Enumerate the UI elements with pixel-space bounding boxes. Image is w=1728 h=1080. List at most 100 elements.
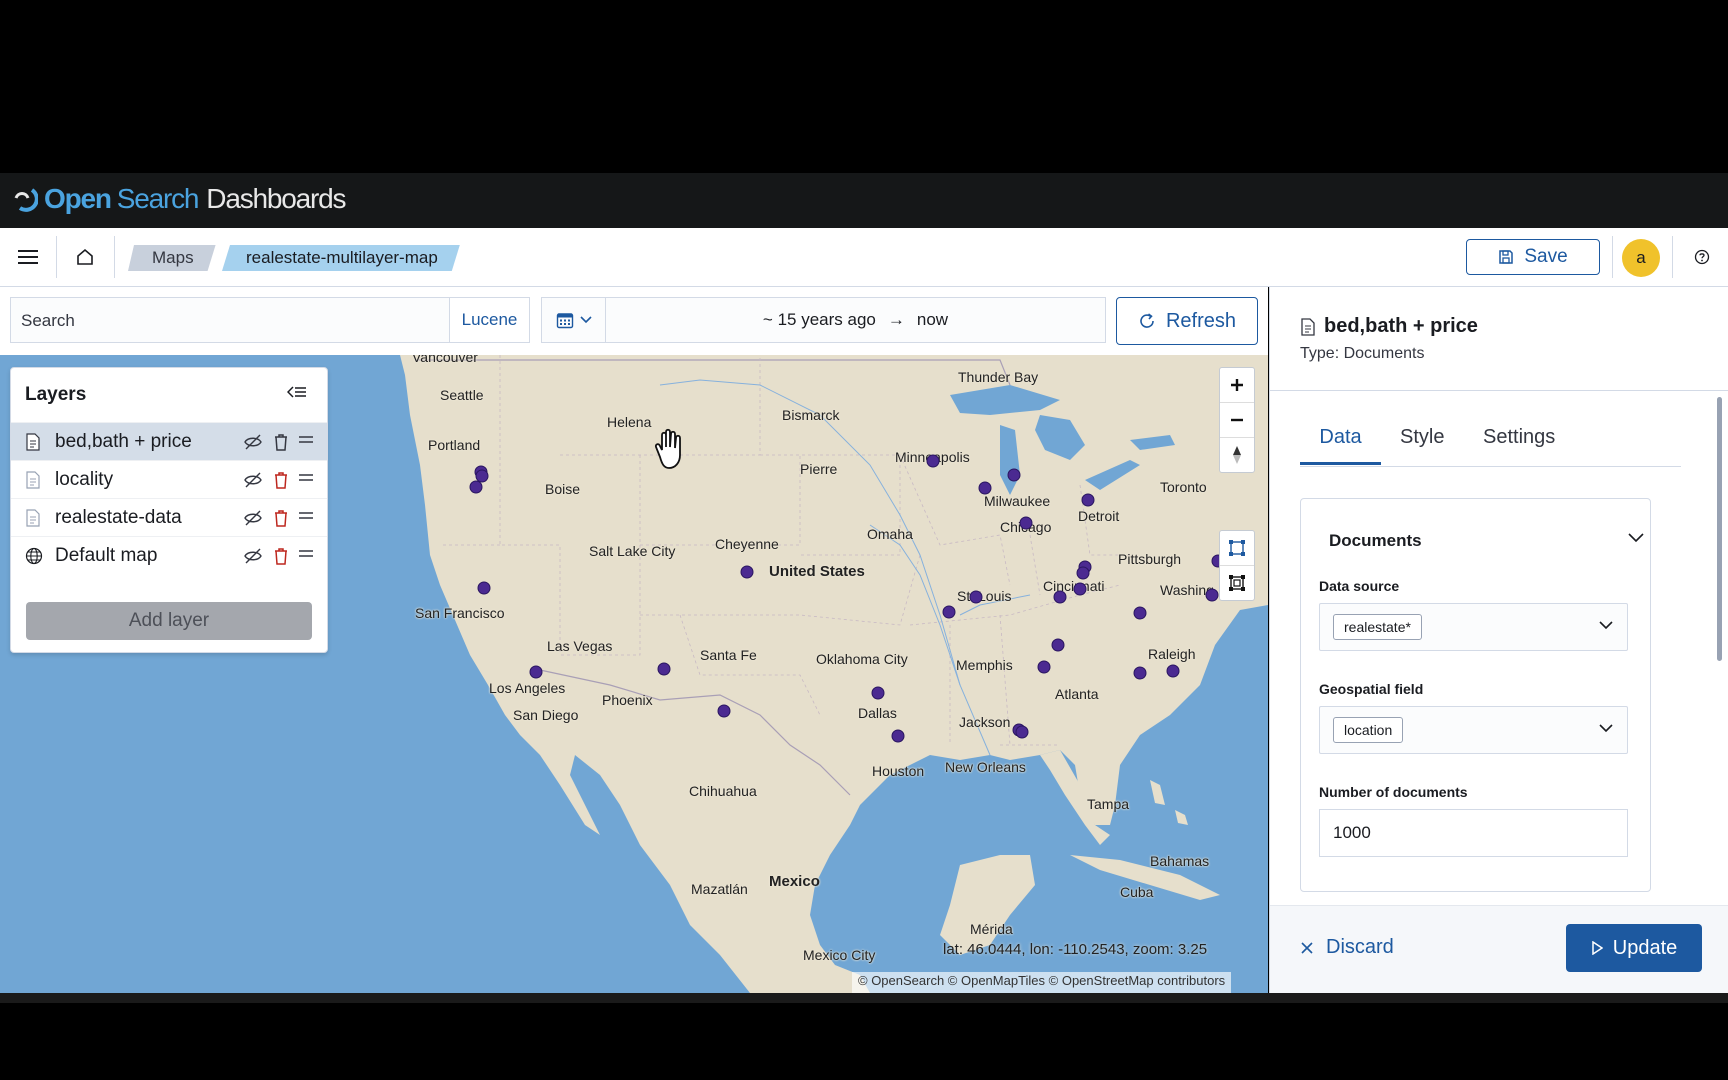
document-point[interactable]	[1081, 493, 1095, 507]
drag-handle-icon[interactable]	[298, 547, 314, 561]
menu-button[interactable]	[0, 228, 56, 286]
document-point[interactable]	[871, 686, 885, 700]
home-button[interactable]	[57, 228, 113, 286]
collapse-panel-icon[interactable]	[287, 384, 307, 400]
date-picker-button[interactable]	[541, 297, 606, 343]
zoom-out-button[interactable]	[1220, 403, 1254, 438]
document-point[interactable]	[926, 454, 940, 468]
map-canvas[interactable]: Vancouver Seattle Portland Helena Boise …	[0, 355, 1268, 993]
layer-name: bed,bath + price	[55, 431, 192, 452]
eye-closed-icon[interactable]	[243, 509, 263, 527]
tab-data[interactable]: Data	[1300, 421, 1381, 465]
draw-polygon-button[interactable]	[1220, 566, 1254, 600]
eye-closed-icon[interactable]	[243, 471, 263, 489]
nav-divider	[1672, 236, 1673, 278]
layer-row-realestate-data[interactable]: realestate-data	[11, 498, 327, 537]
document-point[interactable]	[469, 480, 483, 494]
document-point[interactable]	[1019, 516, 1033, 530]
breadcrumb-maps[interactable]: Maps	[128, 245, 216, 271]
layers-title: Layers	[25, 384, 87, 405]
document-point[interactable]	[657, 662, 671, 676]
trash-icon[interactable]	[272, 470, 290, 490]
date-end[interactable]: now	[917, 310, 948, 330]
refresh-button[interactable]: Refresh	[1116, 297, 1258, 345]
panel-scrollbar[interactable]	[1717, 397, 1722, 661]
discard-button[interactable]: Discard	[1300, 936, 1394, 959]
rectangle-select-icon	[1229, 540, 1245, 556]
eye-closed-icon[interactable]	[243, 433, 263, 451]
user-avatar[interactable]: a	[1622, 239, 1660, 277]
reset-north-button[interactable]	[1220, 438, 1254, 472]
trash-icon[interactable]	[272, 546, 290, 566]
document-point[interactable]	[1133, 666, 1147, 680]
hamburger-icon	[18, 250, 38, 264]
opensearch-logo-icon	[14, 188, 38, 212]
document-point[interactable]	[1051, 638, 1065, 652]
draw-rectangle-button[interactable]	[1220, 531, 1254, 566]
num-docs-input[interactable]	[1319, 809, 1628, 857]
document-point[interactable]	[717, 704, 731, 718]
document-point[interactable]	[477, 581, 491, 595]
brand-logo[interactable]: Open Search Dashboards	[12, 183, 346, 215]
search-field	[10, 297, 449, 344]
date-range-display[interactable]: ~ 15 years ago → now	[606, 297, 1106, 343]
save-button[interactable]: Save	[1466, 239, 1600, 275]
help-icon	[1694, 249, 1710, 265]
document-point[interactable]	[969, 590, 983, 604]
tab-settings[interactable]: Settings	[1483, 421, 1555, 465]
document-point[interactable]	[1053, 590, 1067, 604]
map-attribution[interactable]: © OpenSearch © OpenMapTiles © OpenStreet…	[852, 972, 1232, 993]
layer-row-bed-bath-price[interactable]: bed,bath + price	[11, 422, 327, 461]
help-button[interactable]	[1690, 245, 1714, 269]
document-point[interactable]	[1133, 606, 1147, 620]
drag-handle-icon[interactable]	[298, 433, 314, 447]
close-icon	[1301, 941, 1313, 954]
document-point[interactable]	[942, 605, 956, 619]
geo-field-chip[interactable]: location	[1333, 717, 1404, 743]
geo-field-label: Geospatial field	[1319, 681, 1424, 697]
drag-handle-icon[interactable]	[298, 471, 314, 485]
data-source-chip[interactable]: realestate*	[1333, 614, 1422, 640]
date-arrow: →	[887, 310, 905, 329]
nav-divider	[114, 236, 115, 278]
document-point[interactable]	[1205, 588, 1219, 602]
update-button[interactable]: Update	[1566, 924, 1702, 972]
trash-icon[interactable]	[272, 508, 290, 528]
document-point[interactable]	[475, 469, 489, 483]
layer-name: Default map	[55, 545, 158, 566]
trash-icon[interactable]	[272, 432, 290, 452]
data-source-select[interactable]: realestate*	[1319, 603, 1628, 651]
zoom-in-button[interactable]	[1220, 368, 1254, 403]
document-point[interactable]	[1076, 566, 1090, 580]
polygon-select-icon	[1229, 575, 1245, 591]
app-header: Open Search Dashboards	[0, 173, 1728, 228]
play-icon	[1592, 941, 1603, 955]
eye-closed-icon[interactable]	[243, 547, 263, 565]
panel-tabs: Data Style Settings	[1300, 421, 1681, 467]
document-point[interactable]	[1037, 660, 1051, 674]
chevron-down-icon	[1599, 621, 1613, 630]
document-point[interactable]	[529, 665, 543, 679]
add-layer-button[interactable]: Add layer	[26, 602, 312, 640]
document-point[interactable]	[740, 565, 754, 579]
drag-handle-icon[interactable]	[298, 509, 314, 523]
layer-row-locality[interactable]: locality	[11, 460, 327, 499]
breadcrumb-current: realestate-multilayer-map	[222, 245, 460, 271]
tab-style[interactable]: Style	[1400, 421, 1444, 465]
document-point[interactable]	[978, 481, 992, 495]
layer-row-default-map[interactable]: Default map	[11, 536, 327, 575]
chevron-down-icon[interactable]	[1628, 533, 1644, 543]
document-point[interactable]	[1073, 582, 1087, 596]
search-input[interactable]	[19, 298, 443, 344]
geo-field-select[interactable]: location	[1319, 706, 1628, 754]
documents-card: Documents Data source realestate* Geospa…	[1300, 498, 1651, 892]
query-language-button[interactable]: Lucene	[449, 297, 530, 343]
document-point[interactable]	[891, 729, 905, 743]
date-start[interactable]: ~ 15 years ago	[763, 310, 876, 330]
refresh-icon	[1140, 313, 1154, 328]
documents-title: Documents	[1329, 531, 1422, 550]
document-point[interactable]	[1015, 725, 1029, 739]
document-point[interactable]	[1007, 468, 1021, 482]
document-point[interactable]	[1166, 664, 1180, 678]
num-docs-label: Number of documents	[1319, 784, 1468, 800]
